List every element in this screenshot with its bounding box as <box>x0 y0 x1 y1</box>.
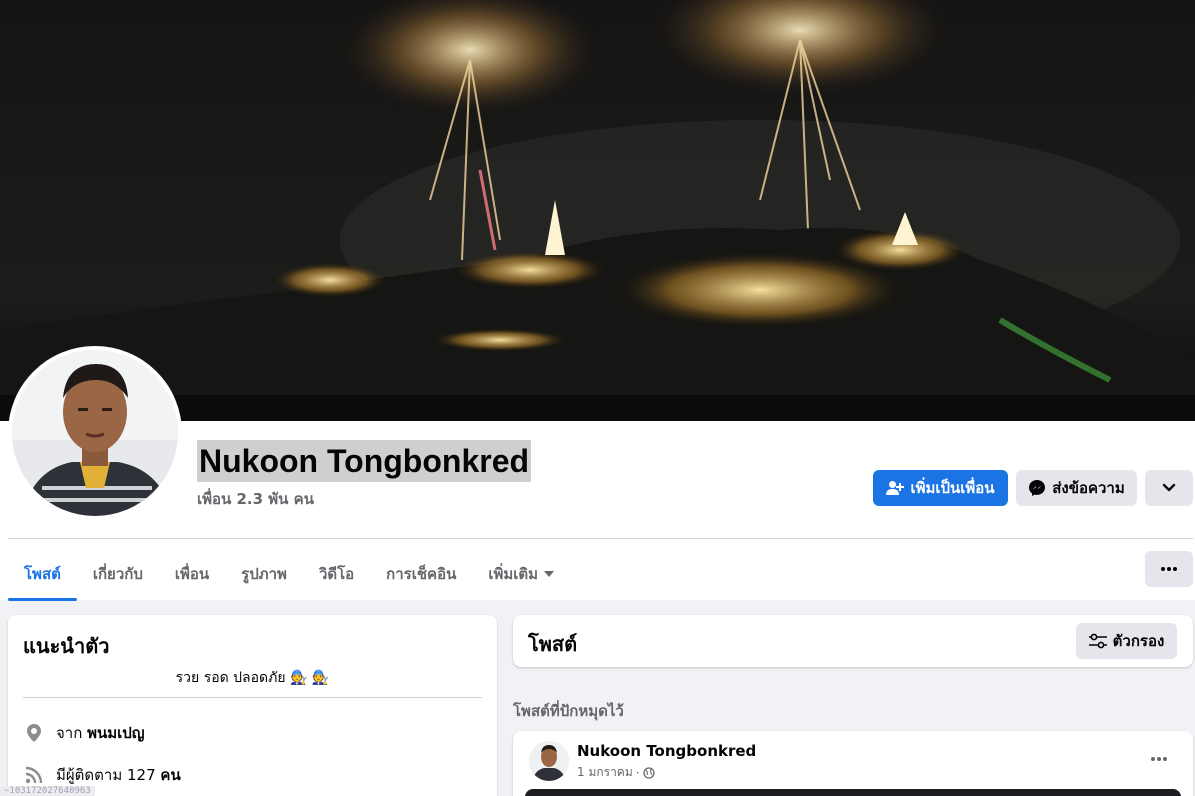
intro-title: แนะนำตัว <box>23 634 110 658</box>
tab-more[interactable]: เพิ่มเติม <box>472 548 570 600</box>
intro-bio: รวย รอด ปลอดภัย 🧑‍🔧 🧑‍🔧 <box>175 670 330 686</box>
more-actions-button[interactable] <box>1145 470 1193 506</box>
friends-count[interactable]: เพื่อน 2.3 พัน คน <box>197 487 314 511</box>
followers-suffix[interactable]: คน <box>160 766 180 784</box>
cover-photo[interactable] <box>0 0 1195 421</box>
tab-posts[interactable]: โพสต์ <box>8 548 77 601</box>
chevron-down-icon <box>1162 483 1176 492</box>
avatar-photo <box>12 350 178 516</box>
post-avatar-photo <box>529 741 569 781</box>
add-friend-label: เพิ่มเป็นเพื่อน <box>910 479 995 497</box>
tab-friends[interactable]: เพื่อน <box>159 548 225 600</box>
post-options-button[interactable] <box>1141 747 1177 771</box>
add-friend-button[interactable]: เพิ่มเป็นเพื่อน <box>873 470 1008 506</box>
cover-fireworks-image <box>0 0 1195 421</box>
message-button[interactable]: ส่งข้อความ <box>1016 470 1137 506</box>
post-meta-separator: · <box>635 765 640 780</box>
intro-divider <box>23 697 482 698</box>
intro-location-row: จาก พนมเปญ <box>24 721 145 745</box>
caret-down-icon <box>544 571 555 577</box>
profile-tabs: โพสต์ เกี่ยวกับ เพื่อน รูปภาพ วิดีโอ การ… <box>8 548 570 601</box>
feed-icon <box>25 766 43 784</box>
followers-count: 127 <box>127 766 156 784</box>
post-author-name[interactable]: Nukoon Tongbonkred <box>577 742 756 760</box>
more-icon <box>1151 757 1167 761</box>
tab-checkins[interactable]: การเช็คอิน <box>370 548 472 600</box>
location-prefix: จาก <box>56 724 83 742</box>
intro-followers-row: มีผู้ติดตาม 127 คน <box>24 763 181 787</box>
message-label: ส่งข้อความ <box>1052 479 1125 497</box>
tabs-more-button[interactable] <box>1145 551 1193 587</box>
posts-header-card: โพสต์ ตัวกรอง <box>513 615 1193 667</box>
filter-label: ตัวกรอง <box>1112 632 1165 650</box>
globe-icon <box>642 766 655 779</box>
location-pin-icon <box>27 724 41 742</box>
more-icon <box>1161 567 1177 571</box>
tab-videos[interactable]: วิดีโอ <box>303 548 370 600</box>
post-author-avatar[interactable] <box>529 741 569 781</box>
add-friend-icon <box>886 481 905 495</box>
id-overlay: ~103172027640963 <box>0 786 95 796</box>
tab-photos[interactable]: รูปภาพ <box>225 548 303 600</box>
post-date[interactable]: 1 มกราคม <box>577 763 633 782</box>
pinned-posts-label: โพสต์ที่ปักหมุดไว้ <box>513 702 624 720</box>
post-meta: 1 มกราคม · <box>577 763 655 782</box>
tab-about[interactable]: เกี่ยวกับ <box>77 548 159 600</box>
messenger-icon <box>1029 480 1046 496</box>
intro-card: แนะนำตัว รวย รอด ปลอดภัย 🧑‍🔧 🧑‍🔧 จาก พนม… <box>8 615 497 796</box>
location-place[interactable]: พนมเปญ <box>87 724 144 742</box>
profile-avatar[interactable] <box>8 346 182 520</box>
posts-title: โพสต์ <box>528 632 578 656</box>
filter-button[interactable]: ตัวกรอง <box>1076 623 1177 659</box>
post-card: Nukoon Tongbonkred 1 มกราคม · <box>513 731 1193 796</box>
followers-prefix: มีผู้ติดตาม <box>56 766 123 784</box>
tab-more-label: เพิ่มเติม <box>488 565 539 583</box>
profile-name: Nukoon Tongbonkred <box>197 440 532 482</box>
filter-icon <box>1088 633 1107 649</box>
header-divider <box>8 538 1193 539</box>
post-media[interactable] <box>525 789 1181 796</box>
